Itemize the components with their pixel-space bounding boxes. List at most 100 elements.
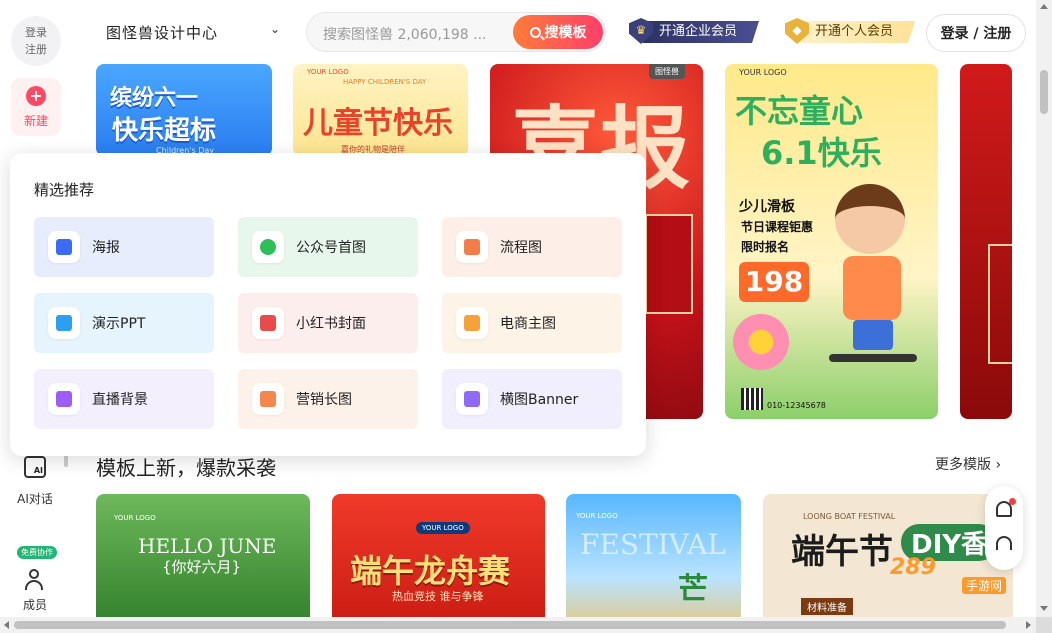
template-card[interactable] <box>960 64 1012 419</box>
poster-icon <box>48 231 80 263</box>
recommend-popup: 精选推荐 海报 公众号首图 流程图 演示PPT 小红书封面 电商主图 直播背景 … <box>10 153 646 456</box>
popup-item-label: 横图Banner <box>500 392 579 408</box>
chevron-down-icon[interactable]: ⌄ <box>270 22 280 36</box>
popup-item-long-image[interactable]: 营销长图 <box>238 369 418 429</box>
popup-item-label: 直播背景 <box>92 392 148 408</box>
ai-chat-icon: AI <box>24 456 46 478</box>
enterprise-vip-label: 开通企业会员 <box>643 21 759 43</box>
more-templates-link[interactable]: 更多模版 › <box>935 454 1001 474</box>
personal-vip-label: 开通个人会员 <box>799 21 915 43</box>
template-card[interactable]: YOUR LOGO FESTIVAL 芒 <box>566 494 741 633</box>
site-watermark: 289 <box>890 555 936 580</box>
skateboard-kid-illustration <box>825 174 925 374</box>
scroll-down-arrow[interactable] <box>1040 606 1048 611</box>
search-button-label: 搜模板 <box>544 25 587 41</box>
popup-item-label: 公众号首图 <box>296 240 366 256</box>
search-button[interactable]: 搜模板 <box>513 15 603 49</box>
card-title: 端午节 <box>791 532 893 572</box>
card-price: 198 <box>739 262 809 302</box>
top-header: 图怪兽设计中心 ⌄ 搜索图怪兽 2,060,198 ... 搜模板 开通企业会员… <box>72 0 1036 64</box>
card-subtitle: {你好六月} <box>162 558 242 576</box>
card-tag: 材料准备 <box>801 598 853 615</box>
scroll-left-arrow[interactable] <box>4 621 9 629</box>
scrollbar-corner <box>1036 617 1052 633</box>
login-line2: 注册 <box>25 43 47 56</box>
long-image-icon <box>252 383 284 415</box>
popup-item-ecommerce[interactable]: 电商主图 <box>442 293 622 353</box>
card-text: 节日课程钜惠 <box>741 220 814 234</box>
vertical-scrollbar[interactable] <box>1036 0 1052 617</box>
card-subtitle: LOONG BOAT FESTIVAL <box>803 512 896 521</box>
card-title: 儿童节快乐 <box>303 106 453 141</box>
template-card[interactable]: YOUR LOGO 端午龙舟赛 热血竞技 谁与争锋 <box>332 494 545 633</box>
plus-icon: + <box>26 85 46 106</box>
card-logo: YOUR LOGO <box>114 514 156 522</box>
scroll-up-arrow[interactable] <box>1040 4 1048 9</box>
card-title: HELLO JUNE <box>138 534 277 558</box>
vertical-scroll-thumb[interactable] <box>1040 70 1048 114</box>
decorative-panel <box>988 244 1012 364</box>
popup-item-label: 海报 <box>92 240 120 256</box>
template-card[interactable]: YOUR LOGO HELLO JUNE {你好六月} <box>96 494 310 633</box>
personal-vip-button[interactable]: 开通个人会员 ◆ <box>785 18 915 46</box>
card-text: 限时报名 <box>741 240 790 254</box>
shopping-bag-icon <box>456 307 488 339</box>
scroll-right-arrow[interactable] <box>1026 621 1031 629</box>
card-subtitle: HAPPY CHILDREN'S DAY <box>343 78 427 86</box>
popup-item-label: 演示PPT <box>92 316 146 332</box>
popup-item-label: 营销长图 <box>296 392 352 408</box>
login-line1: 登录 <box>25 26 47 39</box>
popup-item-label: 小红书封面 <box>296 316 366 332</box>
section-title: 模板上新，爆款采袭 <box>96 456 276 480</box>
card-subtitle: 热血竞技 谁与争锋 <box>392 590 484 603</box>
book-icon <box>252 307 284 339</box>
popup-title: 精选推荐 <box>34 181 95 199</box>
search-bar[interactable]: 搜索图怪兽 2,060,198 ... 搜模板 <box>306 12 606 52</box>
chevron-right-icon: › <box>995 457 1002 473</box>
popup-item-live-bg[interactable]: 直播背景 <box>34 369 214 429</box>
popup-item-poster[interactable]: 海报 <box>34 217 214 277</box>
card-title: 缤纷六一 <box>110 86 199 111</box>
ai-chat-label: AI对话 <box>17 492 53 506</box>
card-title: FESTIVAL <box>580 528 726 561</box>
card-title: 芒 <box>678 572 708 607</box>
members-icon <box>24 568 46 590</box>
qr-code-icon <box>741 388 763 410</box>
enterprise-vip-button[interactable]: 开通企业会员 ♛ <box>629 18 759 46</box>
tv-icon <box>48 383 80 415</box>
login-register-button[interactable]: 登录 / 注册 <box>926 14 1026 52</box>
template-card[interactable]: YOUR LOGO 不忘童心 6.1快乐 少儿滑板 节日课程钜惠 限时报名 19… <box>725 64 938 419</box>
flowchart-icon <box>456 231 488 263</box>
site-watermark-sub: 手游网 <box>962 577 1007 594</box>
horizontal-scrollbar[interactable] <box>0 617 1036 633</box>
image-icon <box>456 383 488 415</box>
popup-item-xiaohongshu[interactable]: 小红书封面 <box>238 293 418 353</box>
more-label: 更多模版 <box>935 457 991 473</box>
sidebar-item-members[interactable]: 成员 <box>0 568 70 613</box>
sidebar-item-ai-chat[interactable]: AI AI对话 <box>0 456 70 507</box>
sidebar-login-button[interactable]: 登录 注册 <box>11 16 61 66</box>
search-icon <box>529 26 541 38</box>
horizontal-scroll-thumb[interactable] <box>14 621 1006 629</box>
template-card[interactable]: LOONG BOAT FESTIVAL 端午节 DIY香 材料准备 <box>763 494 1013 633</box>
template-card[interactable]: YOUR LOGO HAPPY CHILDREN'S DAY 儿童节快乐 嘉你的… <box>293 64 468 156</box>
popup-item-ppt[interactable]: 演示PPT <box>34 293 214 353</box>
decorative-panel <box>645 214 693 314</box>
brand-name[interactable]: 图怪兽设计中心 <box>106 22 218 43</box>
card-logo: YOUR LOGO <box>416 522 470 534</box>
headset-icon[interactable] <box>996 536 1012 550</box>
card-title: 快乐超标 <box>112 116 217 146</box>
wechat-icon <box>252 231 284 263</box>
search-input[interactable]: 搜索图怪兽 2,060,198 ... <box>323 24 487 44</box>
popup-item-banner[interactable]: 横图Banner <box>442 369 622 429</box>
ppt-icon <box>48 307 80 339</box>
popup-item-flowchart[interactable]: 流程图 <box>442 217 622 277</box>
card-logo: YOUR LOGO <box>307 68 349 76</box>
new-design-button[interactable]: + 新建 <box>11 78 61 136</box>
card-title: 不忘童心 <box>735 92 864 130</box>
card-tag: 图怪兽 <box>649 64 685 79</box>
popup-item-label: 电商主图 <box>500 316 556 332</box>
popup-item-wechat-cover[interactable]: 公众号首图 <box>238 217 418 277</box>
card-text: 少儿滑板 <box>739 199 795 215</box>
template-card[interactable]: 缤纷六一 快乐超标 Children's Day <box>96 64 272 156</box>
